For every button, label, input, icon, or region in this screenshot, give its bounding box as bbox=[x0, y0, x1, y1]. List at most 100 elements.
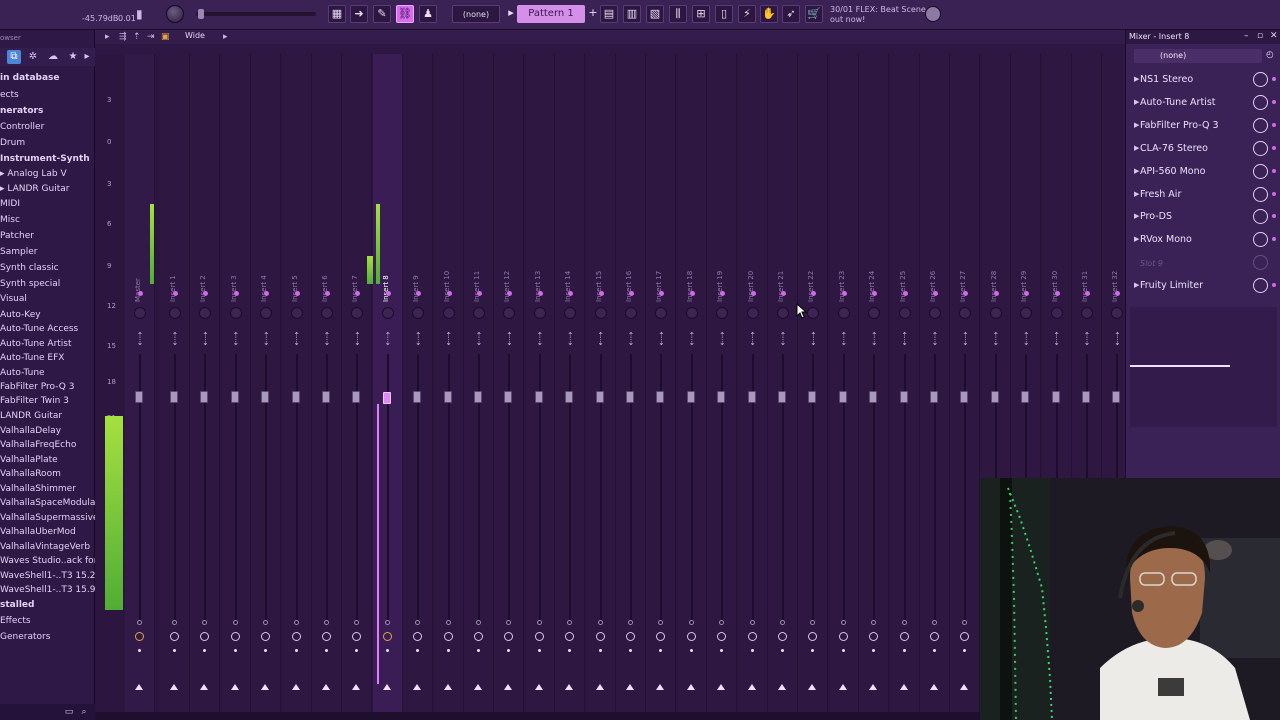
insert-track[interactable]: Insert 21 ⇡ ⇣ bbox=[768, 54, 798, 720]
route-arrow-icon[interactable] bbox=[930, 684, 938, 690]
stereo-arrows-icon[interactable]: ⇡ ⇣ bbox=[474, 332, 484, 347]
browser-item[interactable]: Patcher bbox=[0, 230, 95, 242]
route-arrow-icon[interactable] bbox=[200, 684, 209, 690]
route-arrow-icon[interactable] bbox=[838, 684, 847, 690]
route-arrow-icon[interactable] bbox=[504, 684, 513, 690]
master-pitch-slider[interactable] bbox=[196, 9, 316, 19]
pan-knob[interactable] bbox=[929, 307, 941, 319]
route-arrow-icon[interactable] bbox=[717, 684, 726, 690]
route-dot[interactable] bbox=[233, 291, 239, 296]
stereo-arrows-icon[interactable]: ⇡ ⇣ bbox=[991, 332, 1001, 347]
pan-knob[interactable] bbox=[260, 307, 273, 319]
browser-item[interactable]: stalled bbox=[0, 599, 95, 611]
account-avatar[interactable] bbox=[925, 6, 941, 22]
browser-item[interactable]: ValhallaFreqEcho bbox=[0, 439, 95, 451]
browser-item[interactable]: ValhallaUberMod bbox=[0, 526, 95, 538]
news-line-1[interactable]: 30/01 FLEX: Beat Scene bbox=[830, 5, 926, 14]
effect-slot[interactable]: ▶ NS1 Stereo bbox=[1130, 70, 1277, 90]
insert-eq-area[interactable] bbox=[1130, 307, 1277, 427]
send-knob[interactable] bbox=[656, 632, 666, 641]
route-dot[interactable] bbox=[750, 291, 756, 296]
slot-mix-knob[interactable] bbox=[1253, 255, 1268, 270]
browser-item[interactable]: LANDR Guitar bbox=[0, 410, 95, 422]
volume-fader[interactable] bbox=[565, 391, 574, 403]
slot-enable-dot[interactable] bbox=[1272, 146, 1276, 150]
stereo-arrows-icon[interactable]: ⇡ ⇣ bbox=[960, 332, 970, 347]
browser-item[interactable]: Waves Studio..ack for OBS bbox=[0, 555, 95, 567]
slot-mix-knob[interactable] bbox=[1253, 164, 1268, 179]
stereo-arrows-icon[interactable]: ⇡ ⇣ bbox=[135, 332, 145, 347]
effect-slot[interactable]: Slot 9 bbox=[1130, 253, 1277, 273]
browser-item[interactable]: Auto-Tune EFX bbox=[0, 352, 95, 364]
send-knob[interactable] bbox=[717, 632, 727, 641]
volume-fader[interactable] bbox=[1112, 391, 1121, 403]
route-arrow-icon[interactable] bbox=[261, 684, 270, 690]
news-line-2[interactable]: out now! bbox=[830, 15, 865, 24]
channel-preset-selector[interactable]: (none) bbox=[452, 5, 500, 23]
stereo-arrows-icon[interactable]: ⇡ ⇣ bbox=[292, 332, 302, 347]
send-knob[interactable] bbox=[291, 632, 301, 641]
stereo-arrows-icon[interactable]: ⇡ ⇣ bbox=[200, 332, 210, 347]
send-knob[interactable] bbox=[960, 632, 970, 641]
slot-arrow-icon[interactable]: ▶ bbox=[1134, 212, 1139, 220]
volume-fader[interactable] bbox=[170, 391, 178, 403]
stereo-arrows-icon[interactable]: ⇡ ⇣ bbox=[839, 332, 849, 347]
slot-arrow-icon[interactable]: ▶ bbox=[1134, 75, 1139, 83]
stereo-arrows-icon[interactable]: ⇡ ⇣ bbox=[687, 332, 697, 347]
insert-track[interactable]: Insert 17 ⇡ ⇣ bbox=[646, 54, 677, 720]
volume-fader[interactable] bbox=[747, 391, 756, 403]
send-knob[interactable] bbox=[930, 632, 939, 641]
insert-track[interactable]: Insert 13 ⇡ ⇣ bbox=[524, 54, 555, 720]
send-knob[interactable] bbox=[808, 632, 818, 641]
slot-mix-knob[interactable] bbox=[1253, 118, 1268, 133]
effect-slot[interactable]: ▶ API-560 Mono bbox=[1130, 162, 1277, 182]
route-dot[interactable] bbox=[933, 291, 938, 296]
volume-fader[interactable] bbox=[778, 391, 786, 403]
insert-track[interactable]: Insert 24 ⇡ ⇣ bbox=[859, 54, 890, 720]
send-knob[interactable] bbox=[135, 632, 144, 641]
browser-item[interactable]: Effects bbox=[0, 615, 95, 627]
mixer-icon[interactable]: ⫼ bbox=[669, 5, 687, 23]
mixer-view-mode[interactable]: Wide bbox=[185, 31, 205, 40]
stereo-arrows-icon[interactable]: ⇡ ⇣ bbox=[1021, 332, 1031, 347]
route-dot[interactable] bbox=[781, 291, 786, 296]
insert-track[interactable]: Insert 3 ⇡ ⇣ bbox=[220, 54, 251, 720]
route-dot[interactable] bbox=[689, 291, 695, 296]
volume-fader[interactable] bbox=[474, 391, 482, 403]
volume-fader[interactable] bbox=[352, 391, 361, 403]
close-icon[interactable]: ✕ bbox=[1270, 31, 1278, 41]
stereo-arrows-icon[interactable]: ⇡ ⇣ bbox=[383, 332, 393, 347]
send-knob[interactable] bbox=[200, 632, 210, 641]
send-knob[interactable] bbox=[686, 632, 696, 641]
stereo-arrows-icon[interactable]: ⇡ ⇣ bbox=[808, 332, 818, 347]
route-dot[interactable] bbox=[629, 291, 634, 296]
send-knob[interactable] bbox=[869, 632, 879, 641]
insert-track[interactable]: Insert 9 ⇡ ⇣ bbox=[403, 54, 434, 720]
slot-mix-knob[interactable] bbox=[1253, 278, 1268, 293]
browser-star-icon[interactable]: ★ bbox=[66, 50, 80, 64]
slot-arrow-icon[interactable]: ▶ bbox=[1134, 281, 1139, 289]
browser-item[interactable]: ValhallaShimmer bbox=[0, 483, 95, 495]
pan-knob[interactable] bbox=[412, 307, 425, 319]
pan-knob[interactable] bbox=[564, 307, 577, 319]
stereo-arrows-icon[interactable]: ⇡ ⇣ bbox=[322, 332, 332, 347]
volume-fader[interactable] bbox=[686, 391, 695, 403]
volume-fader[interactable] bbox=[990, 391, 999, 403]
route-dot[interactable] bbox=[173, 291, 178, 296]
browser-item[interactable]: Auto-Key bbox=[0, 309, 95, 321]
browser-item[interactable]: Drum bbox=[0, 137, 95, 149]
send-knob[interactable] bbox=[595, 632, 605, 641]
pan-knob[interactable] bbox=[989, 307, 1002, 319]
insert-track[interactable]: Insert 18 ⇡ ⇣ bbox=[676, 54, 707, 720]
browser-item[interactable]: MIDI bbox=[0, 198, 95, 210]
pan-knob[interactable] bbox=[199, 307, 212, 319]
browser-item[interactable]: ValhallaPlate bbox=[0, 454, 95, 466]
master-track[interactable]: Master ⇡ ⇣ bbox=[125, 54, 155, 720]
touch-controller-icon[interactable]: ✋ bbox=[760, 5, 778, 23]
browser-tree-icon[interactable]: ⊞ bbox=[692, 5, 710, 23]
pattern-selector[interactable]: Pattern 1 bbox=[517, 5, 585, 23]
insert-preset-selector[interactable]: (none) bbox=[1134, 49, 1262, 63]
effect-slot[interactable]: ▶ RVox Mono bbox=[1130, 230, 1277, 250]
pan-knob[interactable] bbox=[746, 307, 759, 319]
route-dot[interactable] bbox=[294, 291, 300, 296]
